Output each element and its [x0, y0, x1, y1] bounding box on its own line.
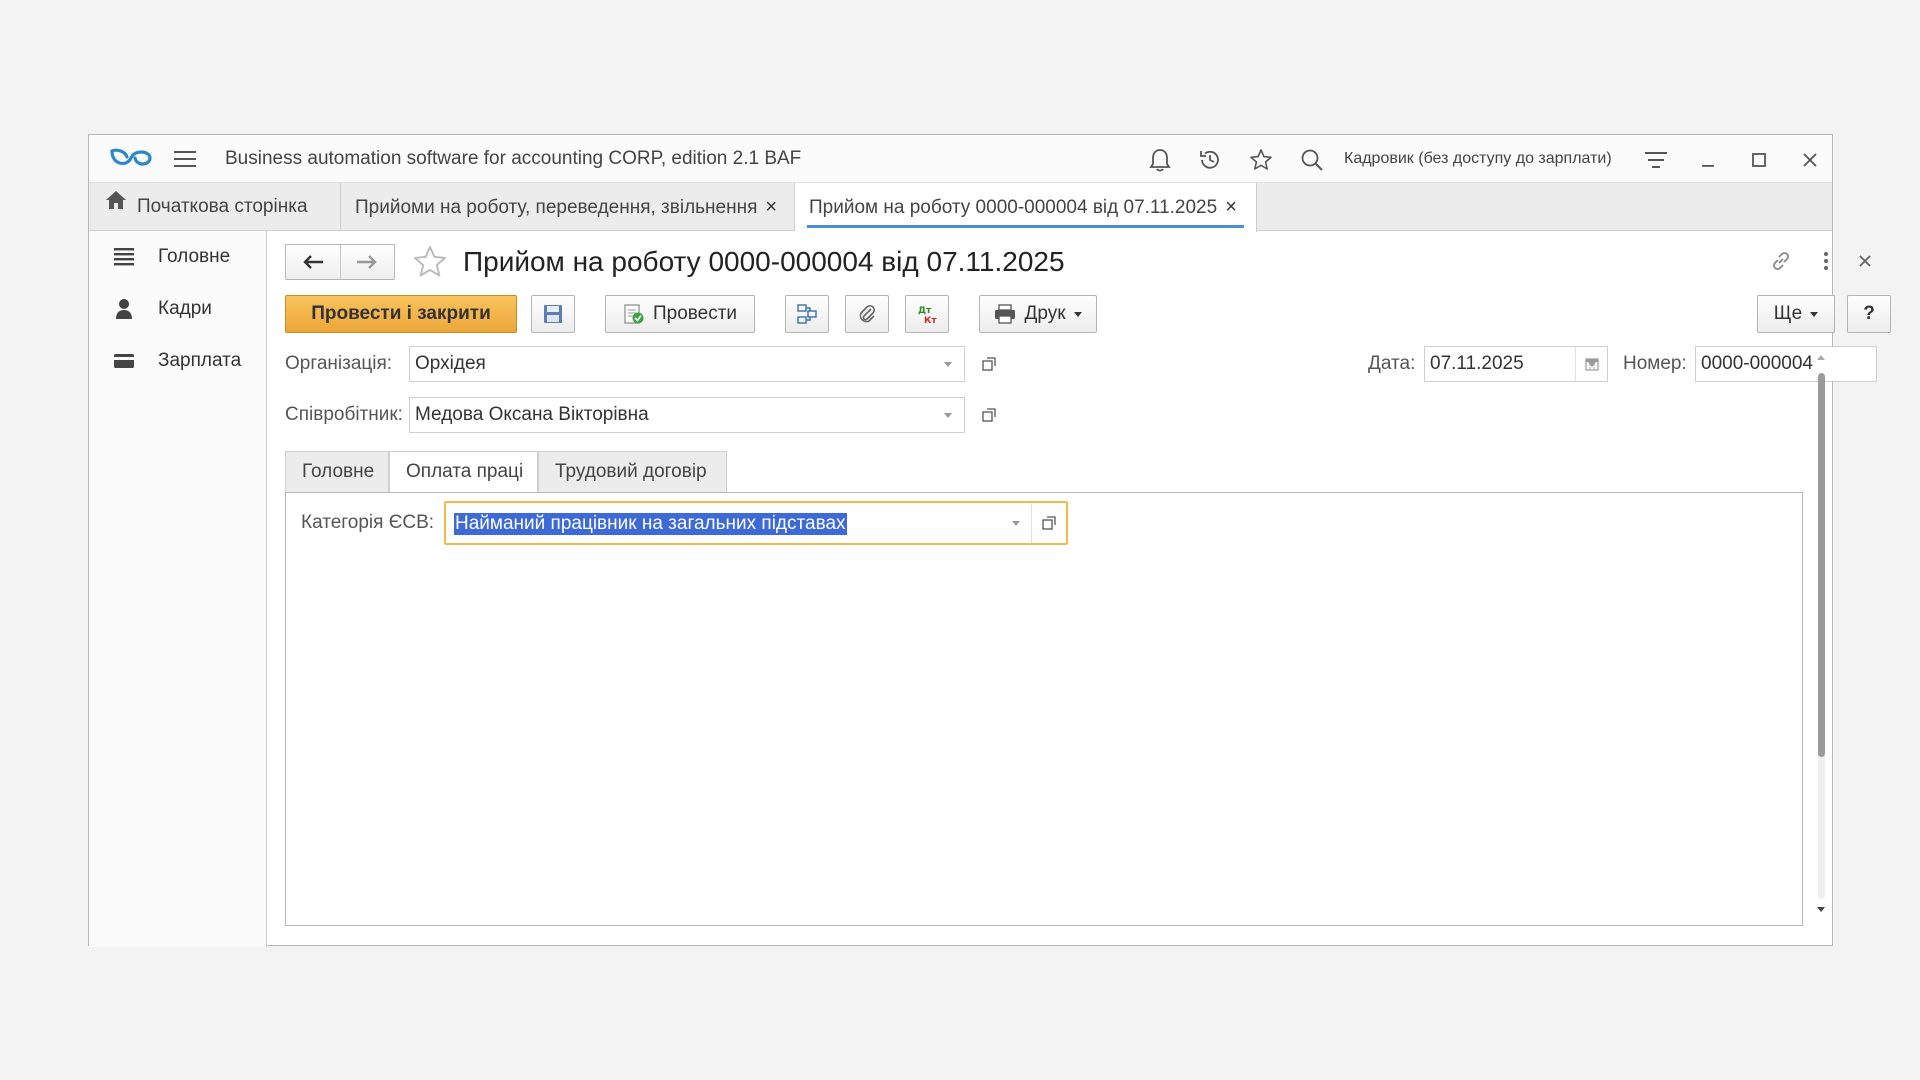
history-nav	[285, 244, 395, 280]
favorite-star-icon[interactable]	[412, 244, 448, 285]
scroll-down-icon[interactable]	[1817, 907, 1825, 912]
close-window-icon[interactable]	[1797, 147, 1823, 173]
maximize-icon[interactable]	[1746, 147, 1772, 173]
organization-label: Організація:	[285, 353, 393, 374]
employee-label: Співробітник:	[285, 404, 403, 425]
search-icon[interactable]	[1299, 147, 1325, 173]
scroll-up-icon[interactable]	[1817, 355, 1825, 360]
more-button[interactable]: Ще	[1757, 295, 1835, 333]
save-button[interactable]	[531, 295, 575, 333]
card-icon	[113, 349, 135, 373]
tab-hiring-document[interactable]: Прийом на роботу 0000-000004 від 07.11.2…	[795, 183, 1257, 232]
app-logo-icon[interactable]	[109, 145, 153, 176]
employee-value: Медова Оксана Вікторівна	[415, 404, 649, 425]
close-form-icon[interactable]	[1851, 247, 1879, 275]
home-icon	[105, 181, 127, 229]
print-button[interactable]: Друк	[979, 295, 1097, 333]
debit-credit-icon: Дт Кт	[915, 303, 939, 325]
tab-hiring-list[interactable]: Прийоми на роботу, переведення, звільнен…	[341, 183, 795, 231]
sidebar-item-main[interactable]: Головне	[89, 231, 267, 283]
back-button[interactable]	[286, 245, 340, 279]
attach-files-button[interactable]	[845, 295, 889, 333]
bell-icon[interactable]	[1147, 147, 1173, 173]
post-and-close-button[interactable]: Провести і закрити	[285, 295, 517, 333]
close-tab-icon[interactable]: ×	[765, 183, 777, 231]
number-label: Номер:	[1623, 353, 1687, 374]
app-title: Business automation software for account…	[225, 148, 802, 169]
tab-labor-contract[interactable]: Трудовий договір	[538, 451, 727, 493]
open-organization-icon[interactable]	[974, 346, 1004, 382]
number-value: 0000-000004	[1701, 353, 1813, 374]
current-user[interactable]: Кадровик (без доступу до зарплати)	[1344, 135, 1612, 183]
sidebar-item-salary[interactable]: Зарплата	[89, 335, 267, 387]
post-button[interactable]: Провести	[605, 295, 755, 333]
save-icon	[543, 304, 563, 324]
esv-category-value: Найманий працівник на загальних підстава…	[454, 513, 847, 535]
scroll-thumb[interactable]	[1818, 373, 1825, 757]
employee-dropdown-icon[interactable]	[932, 398, 964, 432]
title-bar: Business automation software for account…	[89, 135, 1832, 183]
history-icon[interactable]	[1197, 147, 1223, 173]
printer-icon	[994, 304, 1016, 324]
date-value: 07.11.2025	[1430, 353, 1524, 374]
minimize-icon[interactable]	[1695, 147, 1721, 173]
paperclip-icon	[857, 303, 877, 325]
organization-input[interactable]: Орхідея	[409, 346, 965, 382]
sidebar-item-label: Кадри	[158, 298, 212, 319]
accounting-entries-button[interactable]: Дт Кт	[905, 295, 949, 333]
calendar-icon[interactable]	[1575, 347, 1607, 381]
tab-main[interactable]: Головне	[285, 451, 389, 493]
more-button-label: Ще	[1773, 303, 1803, 324]
more-vertical-icon[interactable]	[1812, 247, 1840, 275]
tab-label: Прийоми на роботу, переведення, звільнен…	[355, 197, 758, 218]
open-esv-category-icon[interactable]	[1032, 503, 1066, 543]
organization-value: Орхідея	[415, 353, 486, 374]
tab-label: Прийом на роботу 0000-000004 від 07.11.2…	[809, 197, 1218, 218]
tab-home[interactable]: Початкова сторінка	[89, 183, 341, 231]
open-employee-icon[interactable]	[974, 397, 1004, 433]
sidebar-item-label: Головне	[158, 246, 231, 267]
esv-category-label: Категорія ЄСВ:	[301, 512, 435, 533]
number-input[interactable]: 0000-000004	[1695, 346, 1877, 382]
payroll-panel: Категорія ЄСВ: Найманий працівник на заг…	[285, 492, 1803, 926]
post-button-label: Провести	[652, 303, 738, 324]
sidebar-item-label: Зарплата	[158, 350, 242, 371]
esv-category-input[interactable]: Найманий працівник на загальних підстава…	[444, 501, 1068, 545]
settings-menu-icon[interactable]	[1643, 147, 1669, 173]
document-form: Прийом на роботу 0000-000004 від 07.11.2…	[267, 231, 1891, 947]
post-document-icon	[623, 303, 645, 325]
svg-text:Дт: Дт	[918, 306, 932, 316]
app-window: Business automation software for account…	[88, 134, 1891, 947]
tab-payroll[interactable]: Оплата праці	[389, 451, 538, 494]
tab-label: Початкова сторінка	[137, 196, 308, 217]
list-icon	[113, 245, 135, 269]
star-icon[interactable]	[1248, 147, 1274, 173]
person-icon	[113, 297, 135, 321]
print-button-label: Друк	[1024, 303, 1066, 324]
menu-icon[interactable]	[173, 149, 197, 174]
svg-text:Кт: Кт	[924, 316, 937, 325]
tab-bar: Початкова сторінка Прийоми на роботу, пе…	[89, 183, 1832, 232]
structure-button[interactable]	[785, 295, 829, 333]
page-title: Прийом на роботу 0000-000004 від 07.11.2…	[463, 246, 1065, 277]
employee-input[interactable]: Медова Оксана Вікторівна	[409, 397, 965, 433]
help-button[interactable]: ?	[1847, 295, 1891, 333]
chevron-down-icon	[1073, 311, 1082, 317]
esv-dropdown-icon[interactable]	[1000, 503, 1032, 543]
date-input[interactable]: 07.11.2025	[1424, 346, 1608, 382]
hierarchy-icon	[796, 303, 818, 325]
forward-button[interactable]	[339, 245, 394, 279]
date-label: Дата:	[1368, 353, 1416, 374]
sidebar: Головне Кадри Зарплата	[89, 231, 267, 947]
sidebar-item-hr[interactable]: Кадри	[89, 283, 267, 335]
form-scrollbar[interactable]	[1815, 355, 1827, 915]
chevron-down-icon	[1810, 311, 1819, 317]
organization-dropdown-icon[interactable]	[932, 347, 964, 381]
close-tab-icon[interactable]: ×	[1225, 183, 1237, 231]
link-icon[interactable]	[1767, 247, 1795, 275]
